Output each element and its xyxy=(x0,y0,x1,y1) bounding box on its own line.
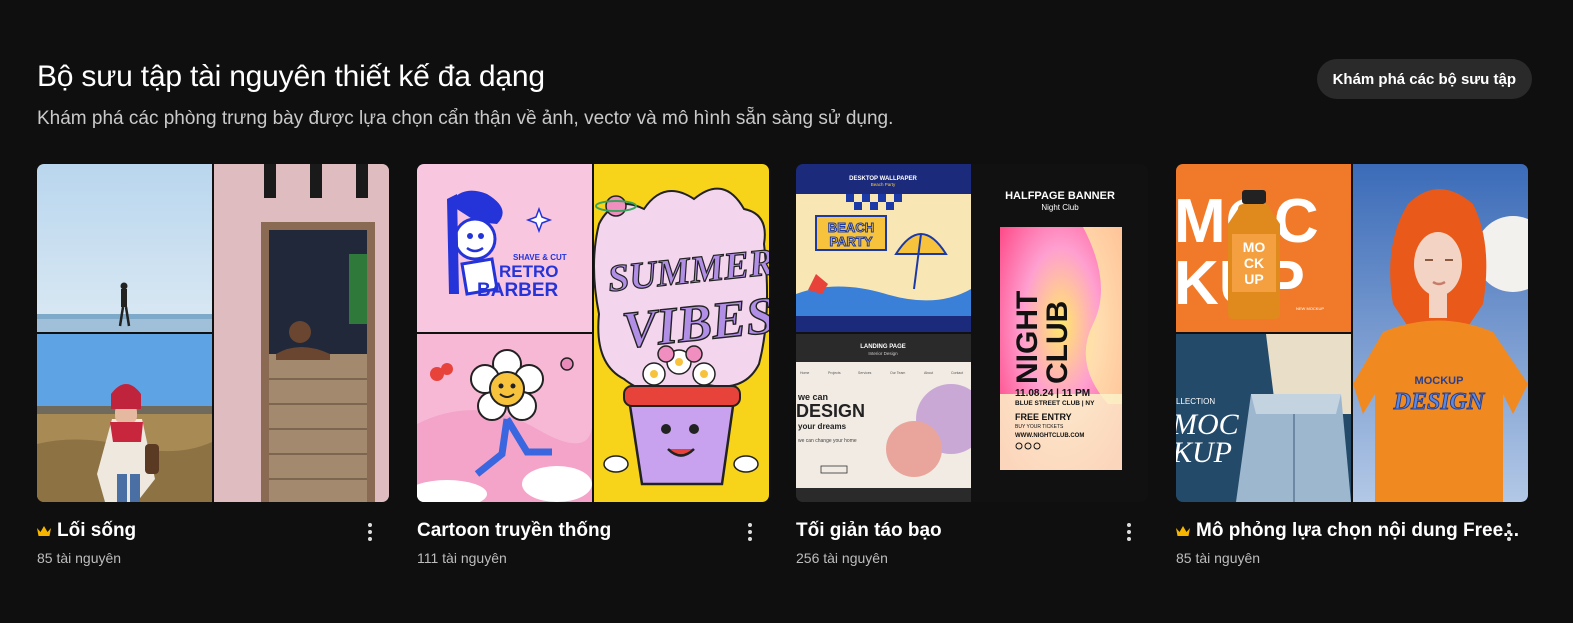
artwork-bottle-mockup: MOC KUP MO CK UP NEW MOCKUP xyxy=(1176,164,1351,332)
club-text: CLUB xyxy=(1041,301,1074,384)
nav-projects: Projects xyxy=(828,371,841,375)
collection-title: Cartoon truyền thống xyxy=(417,520,612,541)
artwork-retro-barber: SHAVE & CUT RETRO BARBER xyxy=(417,164,592,332)
photo-jeans-mockup: LLECTION MOC KUP xyxy=(1176,334,1351,502)
night-club-small-text: Night Club xyxy=(1041,203,1079,212)
collection-text: LLECTION xyxy=(1176,397,1215,406)
artwork-summer-vibes: SUMMER VIBES xyxy=(594,164,769,502)
page-subtitle: Khám phá các phòng trưng bày được lựa ch… xyxy=(37,108,894,129)
photo-child-door xyxy=(214,164,389,502)
collection-thumbnail[interactable]: DESKTOP WALLPAPER Beach Party BEACH PART… xyxy=(796,164,1148,502)
collection-count: 256 tài nguyên xyxy=(796,550,888,566)
photo-beach-walker xyxy=(37,164,212,332)
collection-thumbnail[interactable]: SHAVE & CUT RETRO BARBER SUMMER VIBES xyxy=(417,164,769,502)
collection-card-mockups[interactable]: MOC KUP MO CK UP NEW MOCKUP xyxy=(1176,164,1528,566)
label-mo: MO xyxy=(1243,239,1266,255)
collection-count: 111 tài nguyên xyxy=(417,550,507,566)
collection-thumbnail[interactable] xyxy=(37,164,389,502)
photo-tshirt-model: MOCKUP DESIGN xyxy=(1353,164,1528,502)
artwork-desktop-wallpaper: DESKTOP WALLPAPER Beach Party BEACH PART… xyxy=(796,164,971,332)
halfpage-text: HALFPAGE BANNER xyxy=(1005,190,1115,202)
more-options-icon[interactable] xyxy=(365,522,375,542)
collection-thumbnail[interactable]: MOC KUP MO CK UP NEW MOCKUP xyxy=(1176,164,1528,502)
landing-page-text: LANDING PAGE xyxy=(860,344,906,350)
collection-title: Lối sống xyxy=(57,520,137,541)
more-options-icon[interactable] xyxy=(745,522,755,542)
change-home-text: we can change your home xyxy=(798,438,857,444)
beach-party-small-text: Beach Party xyxy=(871,182,896,187)
barber-text: BARBER xyxy=(477,280,559,301)
nav-about: About xyxy=(924,371,933,375)
photo-woman-field xyxy=(37,334,212,502)
collection-card-lifestyle[interactable]: Lối sống 85 tài nguyên xyxy=(37,164,389,566)
collection-title: Mô phỏng lựa chọn nội dung Free... xyxy=(1196,520,1520,541)
collection-card-cartoon[interactable]: SHAVE & CUT RETRO BARBER SUMMER VIBES Ca… xyxy=(417,164,769,566)
collection-title: Tối giản táo bạo xyxy=(796,520,942,541)
shirt-design-text: DESIGN xyxy=(1393,389,1486,415)
buy-text: BUY YOUR TICKETS xyxy=(1015,424,1064,430)
crown-icon xyxy=(37,526,51,536)
collection-count: 85 tài nguyên xyxy=(1176,550,1261,566)
shave-text: SHAVE & CUT xyxy=(513,253,567,262)
free-entry-text: FREE ENTRY xyxy=(1015,412,1072,422)
crown-icon xyxy=(1176,526,1190,536)
interior-design-text: Interior Design xyxy=(868,351,898,356)
your-dreams-text: your dreams xyxy=(798,422,847,431)
more-options-icon[interactable] xyxy=(1504,522,1514,542)
label-ck: CK xyxy=(1244,255,1264,271)
collection-count: 85 tài nguyên xyxy=(37,550,122,566)
shirt-mockup-text: MOCKUP xyxy=(1415,375,1464,387)
nav-contact: Contact xyxy=(951,371,963,375)
party-text: PARTY xyxy=(829,234,872,249)
night-text: NIGHT xyxy=(1011,291,1044,384)
more-options-icon[interactable] xyxy=(1124,522,1134,542)
artwork-night-club-banner: HALFPAGE BANNER Night Club NIGHT CLUB 11… xyxy=(973,164,1148,502)
beach-text: BEACH xyxy=(828,220,874,235)
collection-card-minimal[interactable]: DESKTOP WALLPAPER Beach Party BEACH PART… xyxy=(796,164,1148,566)
artwork-landing-page: LANDING PAGE Interior Design Home Projec… xyxy=(796,334,971,502)
url-text: WWW.NIGHTCLUB.COM xyxy=(1015,433,1084,439)
date-text: 11.08.24 | 11 PM xyxy=(1015,388,1090,399)
page-title: Bộ sưu tập tài nguyên thiết kế đa dạng xyxy=(37,60,545,93)
explore-collections-button[interactable]: Khám phá các bộ sưu tập xyxy=(1316,59,1532,99)
design-text: DESIGN xyxy=(796,401,865,421)
nav-home: Home xyxy=(800,371,809,375)
venue-text: BLUE STREET CLUB | NY xyxy=(1015,400,1095,407)
kup2-text: KUP xyxy=(1176,436,1232,469)
retro-text: RETRO xyxy=(499,262,559,281)
nav-services: Services xyxy=(858,371,872,375)
artwork-flower-runner xyxy=(417,334,592,502)
nav-team: Our Team xyxy=(890,371,905,375)
label-up: UP xyxy=(1244,271,1263,287)
new-mockup-text: NEW MOCKUP xyxy=(1296,306,1324,311)
